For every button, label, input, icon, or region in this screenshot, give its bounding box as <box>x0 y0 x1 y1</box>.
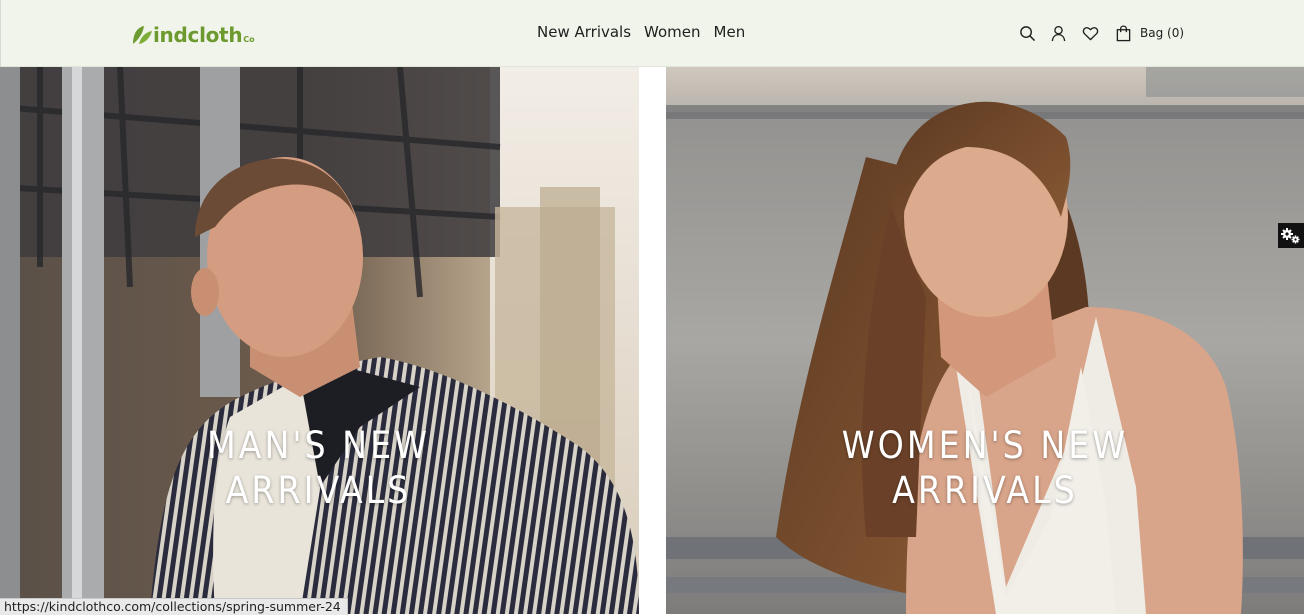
men-hero-image <box>0 67 639 614</box>
brand-logo[interactable]: indcloth Co <box>131 20 255 46</box>
status-bar-url: https://kindclothco.com/collections/spri… <box>0 598 348 615</box>
settings-gear-button[interactable] <box>1278 223 1304 248</box>
brand-logo-suffix: Co <box>243 35 255 44</box>
site-header: indcloth Co New Arrivals Women Men Bag (… <box>0 0 1304 67</box>
heart-icon[interactable] <box>1081 24 1099 42</box>
bag-button[interactable]: Bag (0) <box>1114 24 1184 42</box>
nav-women[interactable]: Women <box>644 22 700 42</box>
leaf-logo-icon <box>133 26 152 44</box>
women-banner-title-line2: ARRIVALS <box>892 469 1078 512</box>
user-icon[interactable] <box>1049 24 1067 42</box>
men-banner-title: MAN'S NEW ARRIVALS <box>0 423 638 513</box>
men-banner-title-line1: MAN'S NEW <box>206 424 431 467</box>
bag-icon <box>1114 24 1132 42</box>
search-icon[interactable] <box>1018 24 1036 42</box>
header-actions: Bag (0) <box>1018 24 1184 42</box>
men-banner-title-line2: ARRIVALS <box>225 469 412 512</box>
nav-new-arrivals[interactable]: New Arrivals <box>537 22 631 42</box>
gears-icon <box>1281 227 1300 243</box>
bag-count-label: Bag (0) <box>1140 26 1185 40</box>
women-hero-image <box>666 67 1304 614</box>
women-new-arrivals-banner[interactable]: WOMEN'S NEW ARRIVALS <box>666 67 1304 614</box>
men-new-arrivals-banner[interactable]: MAN'S NEW ARRIVALS <box>0 67 639 614</box>
women-banner-title: WOMEN'S NEW ARRIVALS <box>666 423 1304 513</box>
nav-men[interactable]: Men <box>714 22 746 42</box>
women-banner-title-line1: WOMEN'S NEW <box>841 424 1129 467</box>
main-nav: New Arrivals Women Men <box>537 22 745 42</box>
brand-logo-text: indcloth <box>153 23 243 47</box>
